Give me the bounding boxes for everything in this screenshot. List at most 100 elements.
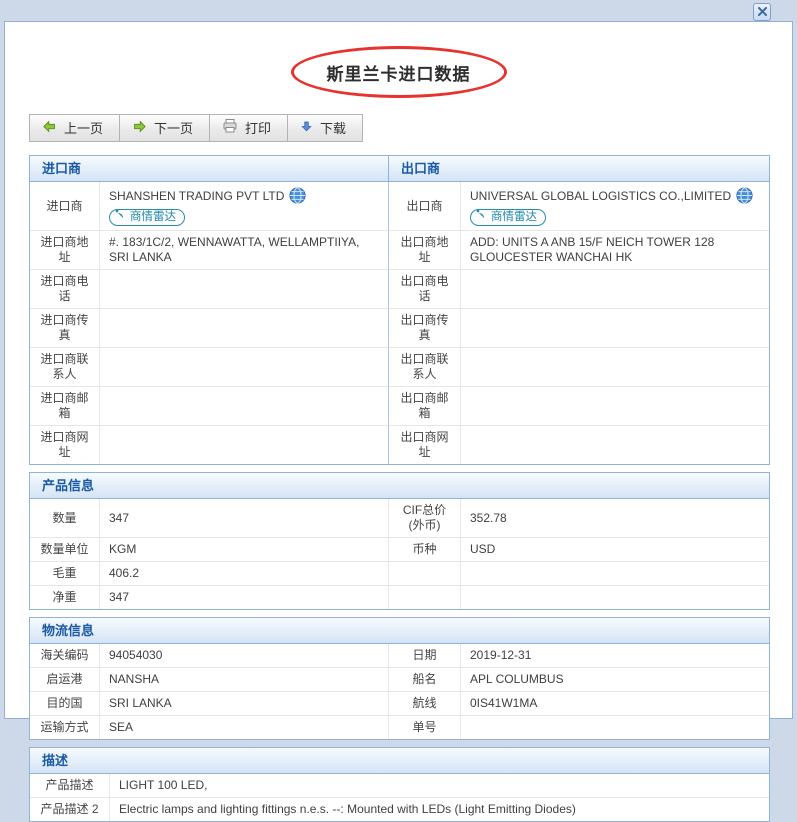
bill-number-value xyxy=(461,716,769,739)
vessel-label: 船名 xyxy=(389,668,461,692)
destination-country-value: SRI LANKA xyxy=(100,692,389,716)
exporter-address-label: 出口商地址 xyxy=(389,231,461,270)
printer-icon xyxy=(222,118,238,137)
currency-value: USD xyxy=(461,538,769,562)
transport-mode-label: 运输方式 xyxy=(30,716,100,739)
blue-down-arrow-icon xyxy=(300,120,313,136)
print-label: 打印 xyxy=(245,121,272,136)
importer-company-label: 进口商 xyxy=(30,182,100,231)
download-label: 下载 xyxy=(320,121,347,136)
loading-port-label: 启运港 xyxy=(30,668,100,692)
importer-exporter-section: 进口商 出口商 进口商 SHANSHEN TRADING PVT LTD 商情雷… xyxy=(29,155,770,465)
radar-dish-icon xyxy=(115,209,127,226)
cif-total-label: CIF总价(外币) xyxy=(389,499,461,538)
product-description-label: 产品描述 xyxy=(30,774,110,798)
importer-address-label: 进口商地址 xyxy=(30,231,100,270)
importer-website-value xyxy=(100,426,389,464)
importer-company-name: SHANSHEN TRADING PVT LTD xyxy=(109,189,285,203)
exporter-address-value: ADD: UNITS A ANB 15/F NEICH TOWER 128 GL… xyxy=(461,231,769,270)
exporter-radar-badge[interactable]: 商情雷达 xyxy=(470,209,546,226)
gross-weight-value: 406.2 xyxy=(100,562,389,586)
route-label: 航线 xyxy=(389,692,461,716)
importer-email-label: 进口商邮箱 xyxy=(30,387,100,426)
date-value: 2019-12-31 xyxy=(461,644,769,668)
title-area: 斯里兰卡进口数据 xyxy=(5,46,792,98)
prev-page-button[interactable]: 上一页 xyxy=(29,114,121,142)
exporter-fax-value xyxy=(461,309,769,348)
net-weight-label: 净重 xyxy=(30,586,100,609)
exporter-company-label: 出口商 xyxy=(389,182,461,231)
globe-icon[interactable] xyxy=(736,187,753,208)
vessel-value: APL COLUMBUS xyxy=(461,668,769,692)
importer-contact-label: 进口商联系人 xyxy=(30,348,100,387)
globe-icon[interactable] xyxy=(289,187,306,208)
quantity-label: 数量 xyxy=(30,499,100,538)
cif-total-value: 352.78 xyxy=(461,499,769,538)
logistics-info-section: 物流信息 海关编码 94054030 日期 2019-12-31 启运港 NAN… xyxy=(29,617,770,740)
exporter-email-value xyxy=(461,387,769,426)
prev-page-label: 上一页 xyxy=(64,121,104,136)
radar-badge-label: 商情雷达 xyxy=(130,210,176,223)
importer-website-label: 进口商网址 xyxy=(30,426,100,464)
exporter-fax-label: 出口商传真 xyxy=(389,309,461,348)
importer-company-value: SHANSHEN TRADING PVT LTD 商情雷达 xyxy=(100,182,389,231)
empty-label xyxy=(389,562,461,586)
exporter-phone-label: 出口商电话 xyxy=(389,270,461,309)
exporter-contact-value xyxy=(461,348,769,387)
download-button[interactable]: 下载 xyxy=(287,114,364,142)
gross-weight-label: 毛重 xyxy=(30,562,100,586)
route-value: 0IS41W1MA xyxy=(461,692,769,716)
exporter-website-label: 出口商网址 xyxy=(389,426,461,464)
green-left-arrow-icon xyxy=(42,119,57,137)
importer-address-value: #. 183/1C/2, WENNAWATTA, WELLAMPTIIYA, S… xyxy=(100,231,389,270)
destination-country-label: 目的国 xyxy=(30,692,100,716)
importer-fax-label: 进口商传真 xyxy=(30,309,100,348)
hs-code-label: 海关编码 xyxy=(30,644,100,668)
importer-exporter-header: 进口商 出口商 xyxy=(30,156,769,182)
logistics-info-header: 物流信息 xyxy=(30,618,769,644)
importer-phone-label: 进口商电话 xyxy=(30,270,100,309)
close-icon xyxy=(757,3,767,21)
importer-header: 进口商 xyxy=(30,156,389,181)
importer-phone-value xyxy=(100,270,389,309)
quantity-value: 347 xyxy=(100,499,389,538)
exporter-company-name: UNIVERSAL GLOBAL LOGISTICS CO.,LIMITED xyxy=(470,189,732,203)
bill-number-label: 单号 xyxy=(389,716,461,739)
dialog-panel: 斯里兰卡进口数据 上一页 下一页 打印 下载 进口商 出口商 进口商 SHANS… xyxy=(4,21,793,822)
page-title: 斯里兰卡进口数据 xyxy=(326,64,471,84)
transport-mode-value: SEA xyxy=(100,716,389,739)
description-section: 描述 产品描述 LIGHT 100 LED, 产品描述 2 Electric l… xyxy=(29,747,770,822)
product-description2-label: 产品描述 2 xyxy=(30,798,110,821)
product-description2-value: Electric lamps and lighting fittings n.e… xyxy=(119,802,576,816)
close-button[interactable] xyxy=(753,3,771,21)
exporter-company-value: UNIVERSAL GLOBAL LOGISTICS CO.,LIMITED 商… xyxy=(461,182,769,231)
importer-contact-value xyxy=(100,348,389,387)
next-page-button[interactable]: 下一页 xyxy=(119,114,211,142)
exporter-phone-value xyxy=(461,270,769,309)
quantity-unit-value: KGM xyxy=(100,538,389,562)
importer-email-value xyxy=(100,387,389,426)
radar-badge-label: 商情雷达 xyxy=(491,210,537,223)
importer-radar-badge[interactable]: 商情雷达 xyxy=(109,209,185,226)
description-header: 描述 xyxy=(30,748,769,774)
print-button[interactable]: 打印 xyxy=(209,114,289,142)
exporter-email-label: 出口商邮箱 xyxy=(389,387,461,426)
empty-value xyxy=(461,586,769,609)
empty-label xyxy=(389,586,461,609)
empty-value xyxy=(461,562,769,586)
quantity-unit-label: 数量单位 xyxy=(30,538,100,562)
hs-code-value: 94054030 xyxy=(100,644,389,668)
loading-port-value: NANSHA xyxy=(100,668,389,692)
product-info-header: 产品信息 xyxy=(30,473,769,499)
next-page-label: 下一页 xyxy=(154,121,194,136)
radar-dish-icon xyxy=(476,209,488,226)
date-label: 日期 xyxy=(389,644,461,668)
currency-label: 币种 xyxy=(389,538,461,562)
product-info-section: 产品信息 数量 347 CIF总价(外币) 352.78 数量单位 KGM 币种… xyxy=(29,472,770,610)
toolbar: 上一页 下一页 打印 下载 xyxy=(29,114,792,142)
exporter-website-value xyxy=(461,426,769,464)
importer-fax-value xyxy=(100,309,389,348)
green-right-arrow-icon xyxy=(132,119,147,137)
exporter-contact-label: 出口商联系人 xyxy=(389,348,461,387)
exporter-header: 出口商 xyxy=(401,161,441,176)
